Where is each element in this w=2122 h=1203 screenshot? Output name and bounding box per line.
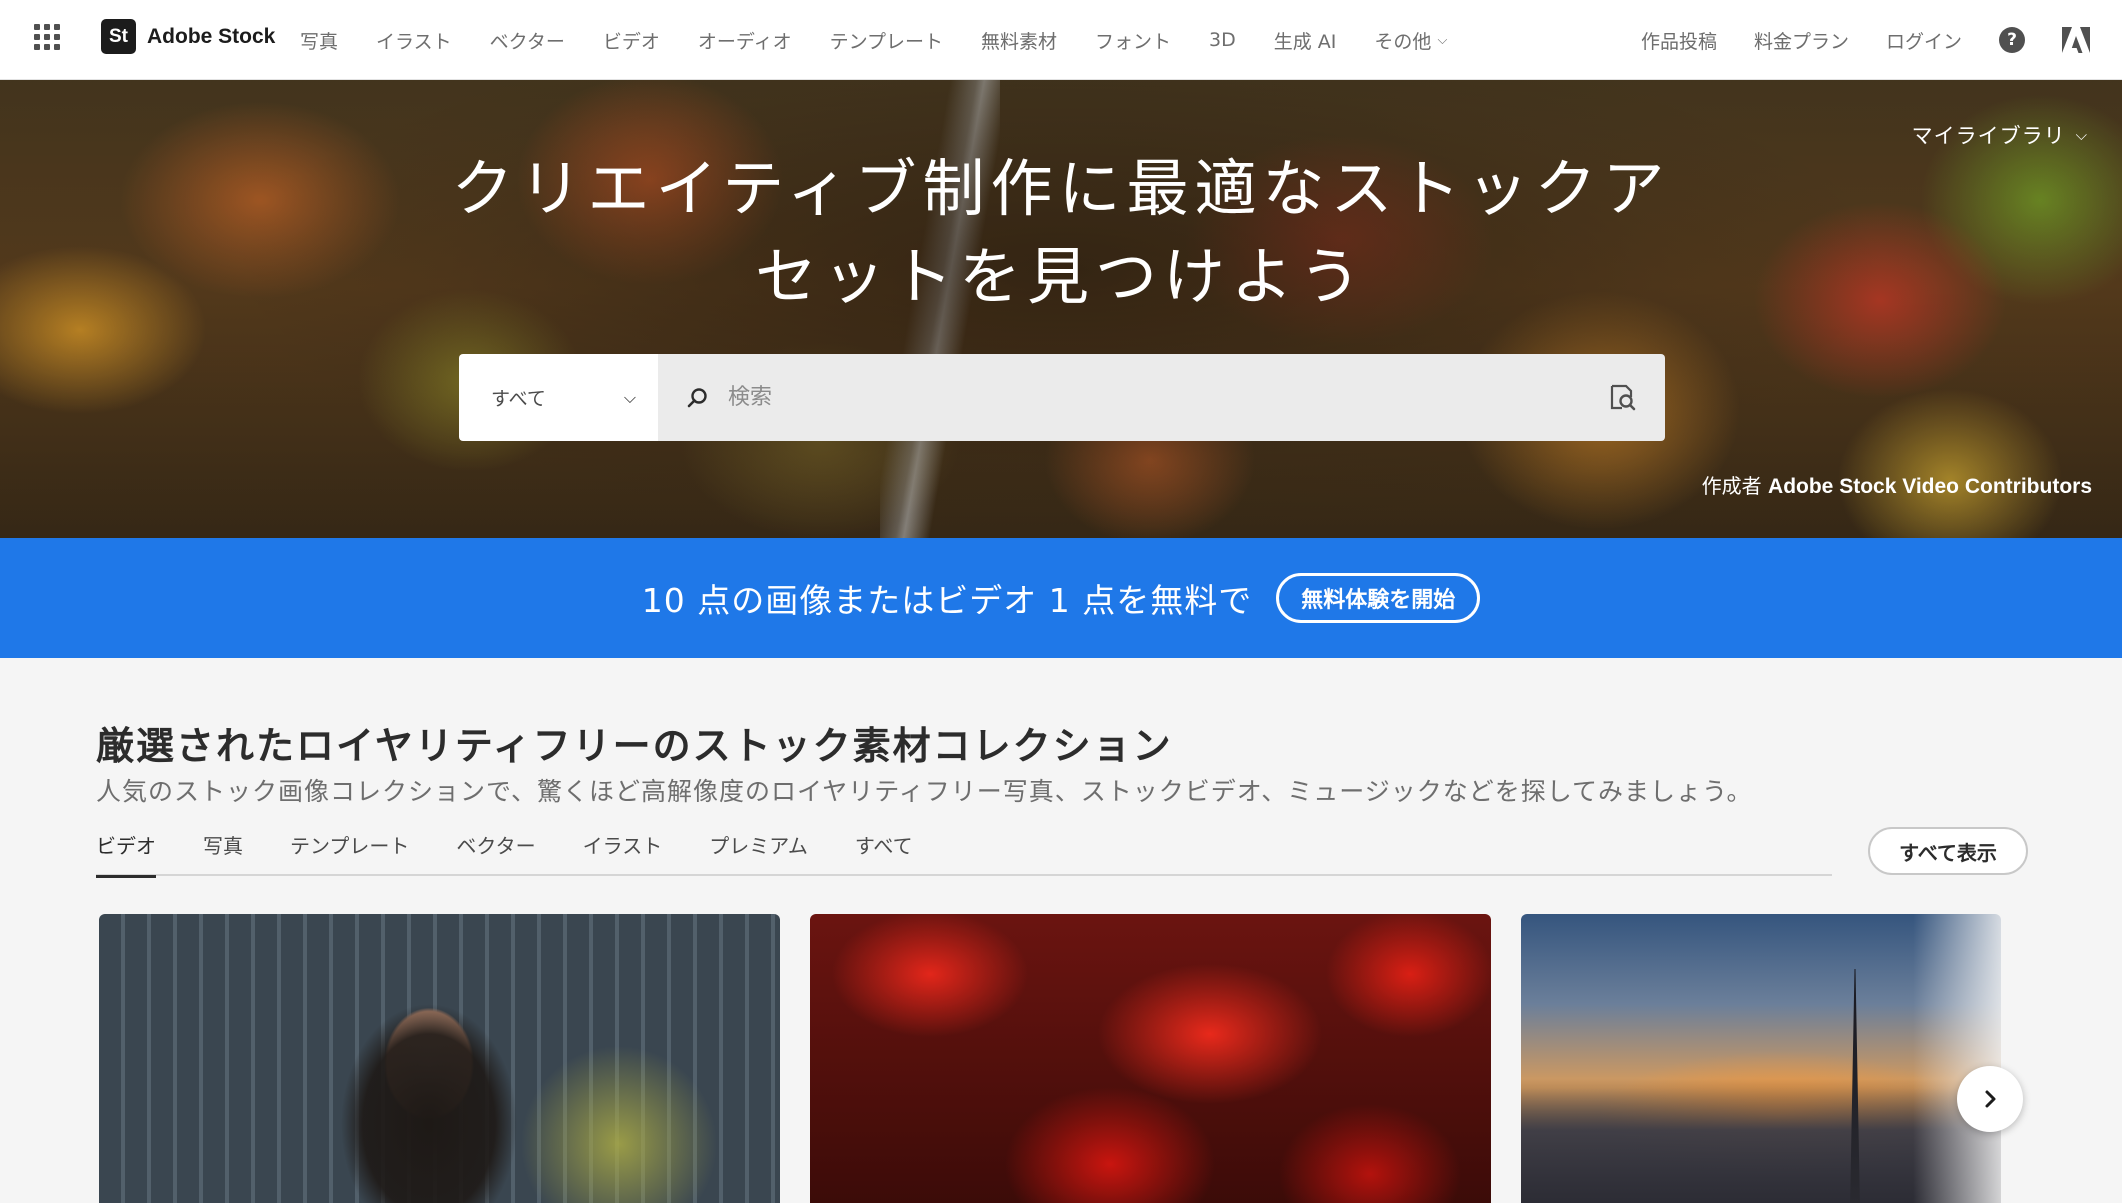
search-input[interactable] bbox=[728, 385, 1607, 410]
collection-title: 厳選されたロイヤリティフリーのストック素材コレクション bbox=[96, 724, 1173, 768]
adobe-logo-icon[interactable] bbox=[2062, 27, 2090, 53]
nav-item-generative-ai[interactable]: 生成 AI bbox=[1274, 27, 1337, 54]
promo-text: 10 点の画像またはビデオ 1 点を無料で bbox=[641, 581, 1253, 620]
nav-item-pricing[interactable]: 料金プラン bbox=[1754, 27, 1849, 54]
hero-title-line2: セットを見つけよう bbox=[754, 240, 1367, 313]
logo-badge: St bbox=[101, 19, 136, 54]
search-type-select[interactable]: すべて ⌵ bbox=[459, 354, 658, 441]
my-library-button[interactable]: マイライブラリ ⌵ bbox=[1912, 120, 2088, 150]
hero-title-line1: クリエイティブ制作に最適なストックア bbox=[451, 152, 1671, 225]
show-all-button[interactable]: すべて表示 bbox=[1868, 827, 2028, 875]
nav-item-more-label: その他 bbox=[1374, 30, 1432, 53]
credit-prefix: 作成者 bbox=[1701, 474, 1762, 498]
nav-item-videos[interactable]: ビデオ bbox=[603, 27, 660, 54]
nav-item-more[interactable]: その他 ⌵ bbox=[1374, 27, 1447, 54]
skytree-silhouette bbox=[1850, 969, 1860, 1203]
credit-name[interactable]: Adobe Stock Video Contributors bbox=[1768, 475, 2092, 498]
nav-item-login[interactable]: ログイン bbox=[1886, 27, 1962, 54]
chevron-down-icon: ⌵ bbox=[1437, 32, 1448, 48]
collection-tabs: ビデオ 写真 テンプレート ベクター イラスト プレミアム すべて bbox=[96, 826, 1832, 878]
tab-videos[interactable]: ビデオ bbox=[96, 826, 156, 878]
hero-banner: マイライブラリ ⌵ クリエイティブ制作に最適なストックア セットを見つけよう す… bbox=[0, 80, 2122, 538]
tab-all[interactable]: すべて bbox=[855, 826, 913, 876]
search-bar: すべて ⌵ bbox=[459, 354, 1665, 441]
search-icon bbox=[687, 387, 707, 407]
my-library-label: マイライブラリ bbox=[1911, 124, 2066, 148]
nav-item-free[interactable]: 無料素材 bbox=[981, 27, 1057, 54]
nav-item-photos[interactable]: 写真 bbox=[300, 27, 338, 54]
nav-item-templates[interactable]: テンプレート bbox=[830, 27, 943, 54]
nav-item-contribute[interactable]: 作品投稿 bbox=[1641, 27, 1717, 54]
search-type-value: すべて bbox=[491, 388, 546, 410]
collection-card-woman-city[interactable] bbox=[99, 914, 780, 1203]
nav-item-3d[interactable]: 3D bbox=[1209, 29, 1236, 51]
collection-carousel bbox=[99, 914, 2003, 1203]
logo-text: Adobe Stock bbox=[147, 24, 276, 48]
hero-credit: 作成者 Adobe Stock Video Contributors bbox=[1702, 470, 2092, 499]
nav-item-fonts[interactable]: フォント bbox=[1095, 27, 1171, 54]
chevron-right-icon bbox=[1985, 1090, 1996, 1108]
tab-vectors[interactable]: ベクター bbox=[456, 826, 535, 876]
carousel-fade bbox=[1913, 914, 2003, 1203]
top-navigation: St Adobe Stock 写真 イラスト ベクター ビデオ オーディオ テン… bbox=[0, 0, 2122, 80]
nav-right: 作品投稿 料金プラン ログイン ? bbox=[1641, 0, 2122, 80]
tab-templates[interactable]: テンプレート bbox=[290, 826, 409, 876]
hero-title: クリエイティブ制作に最適なストックア セットを見つけよう bbox=[400, 145, 1722, 321]
nav-item-illustrations[interactable]: イラスト bbox=[376, 27, 452, 54]
chevron-down-icon: ⌵ bbox=[2075, 126, 2088, 144]
nav-item-audio[interactable]: オーディオ bbox=[698, 27, 792, 54]
tab-illustrations[interactable]: イラスト bbox=[583, 826, 663, 876]
main-nav: 写真 イラスト ベクター ビデオ オーディオ テンプレート 無料素材 フォント … bbox=[300, 0, 1485, 80]
chevron-down-icon: ⌵ bbox=[623, 387, 636, 407]
visual-search-icon[interactable] bbox=[1607, 383, 1637, 413]
adobe-stock-logo[interactable]: St Adobe Stock bbox=[101, 19, 275, 54]
help-icon[interactable]: ? bbox=[1999, 27, 2025, 53]
search-field bbox=[658, 354, 1665, 441]
tab-premium[interactable]: プレミアム bbox=[709, 826, 808, 876]
collection-subtitle: 人気のストック画像コレクションで、驚くほど高解像度のロイヤリティフリー写真、スト… bbox=[96, 777, 1753, 806]
free-trial-button[interactable]: 無料体験を開始 bbox=[1276, 573, 1481, 623]
carousel-next-button[interactable] bbox=[1957, 1066, 2023, 1132]
collection-card-red-maple[interactable] bbox=[810, 914, 1491, 1203]
nav-item-vectors[interactable]: ベクター bbox=[490, 27, 565, 54]
tab-photos[interactable]: 写真 bbox=[203, 826, 243, 876]
app-grid-icon[interactable] bbox=[34, 24, 60, 50]
promo-banner: 10 点の画像またはビデオ 1 点を無料で 無料体験を開始 bbox=[0, 538, 2122, 658]
